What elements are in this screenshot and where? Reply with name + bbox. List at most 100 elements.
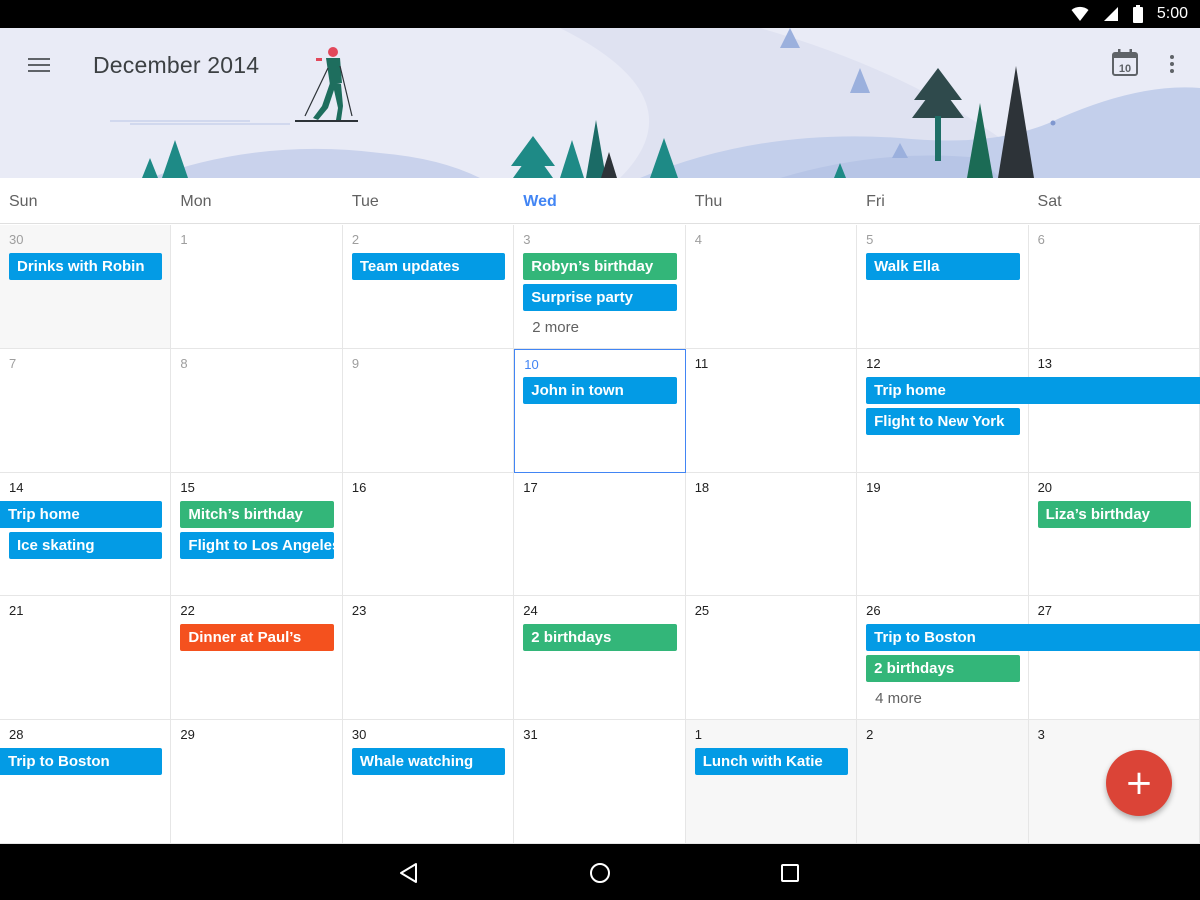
- day-number: 8: [180, 355, 188, 371]
- weekday-label: Thu: [694, 193, 723, 210]
- day-cell[interactable]: 19: [857, 472, 1029, 597]
- event-chip[interactable]: Flight to New York: [866, 407, 1020, 435]
- month-grid: 30 1 2 3 4 5 6 7 8 9 10 11 12 13 14 15 16 17 18 19 20 21 22 23 2…: [0, 225, 1200, 844]
- day-cell[interactable]: 21: [0, 596, 172, 721]
- day-cell[interactable]: 2: [857, 720, 1029, 844]
- day-cell[interactable]: 30: [342, 720, 515, 844]
- hamburger-line: [28, 70, 50, 72]
- event-chip[interactable]: Mitch’s birthday: [180, 500, 334, 528]
- weekday-header: Sun Mon Tue Wed Thu Fri Sat: [0, 178, 1200, 224]
- day-number: 28: [9, 727, 24, 743]
- day-number: 25: [694, 603, 710, 619]
- day-number: 3: [1037, 727, 1045, 743]
- weekday-label: Tue: [351, 193, 379, 210]
- day-cell[interactable]: 8: [171, 348, 343, 473]
- day-number: 23: [351, 603, 367, 619]
- today-button[interactable]: 10: [1110, 48, 1140, 78]
- day-cell[interactable]: 31: [514, 720, 686, 844]
- more-events-link[interactable]: 4 more: [875, 690, 922, 707]
- hamburger-line: [28, 58, 50, 60]
- day-cell[interactable]: 17: [514, 472, 686, 597]
- event-chip[interactable]: Ice skating: [9, 531, 163, 559]
- day-cell[interactable]: 2: [342, 225, 515, 349]
- event-chip[interactable]: Surprise party: [523, 284, 677, 311]
- plus-icon: +: [1124, 763, 1154, 803]
- month-title: December 2014: [93, 52, 260, 78]
- event-chip[interactable]: 2 birthdays: [866, 655, 1020, 683]
- day-cell[interactable]: 4: [685, 225, 858, 349]
- event-chip[interactable]: Trip home: [0, 500, 163, 528]
- more-events-link[interactable]: 2 more: [532, 319, 579, 336]
- status-bar: 5:00: [0, 0, 1200, 28]
- day-number: 29: [180, 727, 195, 743]
- day-cell[interactable]: 29: [171, 720, 343, 844]
- event-chip[interactable]: Whale watching: [351, 748, 506, 776]
- event-chip[interactable]: Flight to Los Angeles: [180, 531, 334, 559]
- day-cell[interactable]: 16: [342, 472, 515, 597]
- event-chip[interactable]: 2 birthdays: [523, 624, 677, 652]
- day-number: 2: [351, 232, 360, 247]
- day-number: 31: [523, 727, 538, 743]
- day-number: 22: [180, 603, 195, 619]
- day-cell[interactable]: 18: [685, 472, 858, 597]
- day-cell[interactable]: 9: [342, 348, 515, 473]
- day-cell[interactable]: 27: [1028, 596, 1200, 721]
- weekday-label: Sat: [1037, 193, 1062, 210]
- recents-button[interactable]: [773, 856, 807, 890]
- create-event-button[interactable]: +: [1106, 750, 1172, 816]
- wifi-icon: [1071, 6, 1089, 21]
- day-cell[interactable]: 20: [1028, 472, 1200, 597]
- more-vert-icon: [1170, 69, 1174, 73]
- day-cell[interactable]: 1: [171, 225, 343, 349]
- status-time: 5:00: [1156, 5, 1188, 22]
- day-number: 27: [1037, 603, 1053, 619]
- day-number: 15: [180, 479, 195, 495]
- menu-button[interactable]: [28, 54, 56, 78]
- day-cell[interactable]: 22: [171, 596, 343, 721]
- event-chip[interactable]: Liza’s birthday: [1037, 500, 1191, 528]
- day-number: 3: [523, 232, 531, 247]
- home-icon: [590, 863, 610, 883]
- day-cell[interactable]: 28: [0, 720, 172, 844]
- day-cell[interactable]: 6: [1028, 225, 1200, 349]
- home-button[interactable]: [583, 856, 617, 890]
- day-number: 20: [1037, 479, 1053, 495]
- day-cell[interactable]: 13: [1028, 348, 1200, 473]
- day-cell[interactable]: 1: [685, 720, 858, 844]
- status-icons: 5:00: [1071, 0, 1188, 28]
- event-chip[interactable]: Trip home: [866, 376, 1200, 404]
- day-number: 24: [523, 603, 538, 619]
- day-cell[interactable]: 25: [685, 596, 858, 721]
- weekday-label-today: Wed: [523, 193, 557, 210]
- winter-illustration: [110, 28, 1200, 178]
- event-chip[interactable]: Dinner at Paul’s: [180, 624, 334, 652]
- day-number: 1: [180, 232, 188, 247]
- more-vert-icon: [1170, 55, 1174, 59]
- event-chip[interactable]: Robyn’s birthday: [523, 253, 677, 280]
- day-cell[interactable]: 23: [342, 596, 515, 721]
- cell-signal-icon: [1103, 7, 1118, 21]
- back-button[interactable]: [392, 856, 426, 890]
- event-chip[interactable]: Drinks with Robin: [9, 253, 163, 280]
- day-number: 13: [1037, 355, 1053, 371]
- day-cell[interactable]: 5: [857, 225, 1029, 349]
- day-number: 5: [866, 232, 874, 247]
- day-number: 30: [9, 232, 24, 247]
- today-day-number: 10: [1119, 63, 1131, 75]
- day-cell-today[interactable]: 10: [514, 348, 686, 473]
- day-cell[interactable]: 7: [0, 348, 172, 473]
- event-chip[interactable]: Trip to Boston: [0, 748, 163, 776]
- app-header: December 2014 10: [0, 28, 1200, 178]
- day-cell[interactable]: 24: [514, 596, 686, 721]
- overflow-menu-button[interactable]: [1162, 50, 1182, 78]
- day-number: 12: [866, 355, 881, 371]
- day-cell[interactable]: 30: [0, 225, 172, 349]
- day-cell[interactable]: 11: [685, 348, 858, 473]
- event-chip[interactable]: John in town: [523, 376, 677, 404]
- event-chip[interactable]: Trip to Boston: [866, 624, 1200, 652]
- event-chip[interactable]: Lunch with Katie: [694, 748, 849, 776]
- event-chip[interactable]: Team updates: [351, 253, 506, 280]
- system-nav-bar: [0, 844, 1200, 900]
- weekday-label: Fri: [866, 193, 885, 210]
- event-chip[interactable]: Walk Ella: [866, 253, 1020, 280]
